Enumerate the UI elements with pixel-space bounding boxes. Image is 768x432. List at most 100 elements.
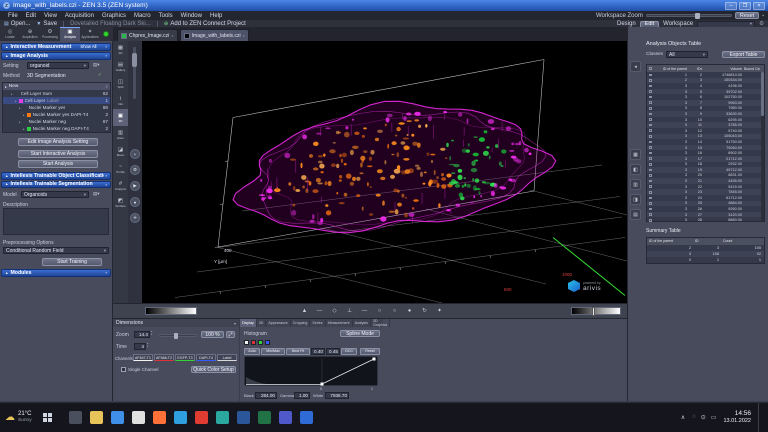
document-tab[interactable]: Chpres_Image.czi × [117, 29, 178, 41]
preprocessing-combo[interactable]: Conditional Random Field▾ [3, 247, 109, 254]
viewer-nav-button[interactable]: ✛ [130, 213, 140, 223]
menu-item[interactable]: Window [177, 13, 206, 19]
tree-row[interactable]: ▸ Nuclei Marker yes DAPI-T4 2 [3, 111, 110, 118]
channel-chip[interactable]: Label [217, 354, 237, 361]
row-checkbox[interactable] [649, 107, 652, 110]
menu-item[interactable]: View [40, 13, 61, 19]
taskbar-app-icon[interactable] [216, 411, 229, 424]
display-tab[interactable]: Cropping [291, 319, 311, 327]
pin-icon[interactable]: ▪ [106, 270, 107, 275]
left-display-gradient[interactable] [145, 307, 197, 315]
channel-chip[interactable]: EGFP-T3 [175, 354, 195, 361]
display-tab[interactable]: Display [240, 319, 257, 327]
row-checkbox[interactable] [649, 208, 652, 211]
tray-chevron-icon[interactable]: ∧ [681, 414, 685, 421]
viewer-side-tool-icon[interactable]: ◨ [630, 194, 641, 205]
menu-item[interactable]: Tools [155, 13, 177, 19]
method-check-icon[interactable]: ✓ [98, 72, 102, 78]
close-button[interactable]: × [753, 2, 765, 10]
viewer-nav-button[interactable]: ⚙ [130, 165, 140, 175]
tray-icon[interactable]: ◌ [692, 414, 696, 421]
row-checkbox[interactable] [649, 124, 652, 127]
show-all-link[interactable]: Show All [80, 44, 96, 49]
sum-col-parent[interactable]: ID of the parent [647, 239, 695, 243]
image-analysis-header[interactable]: ▲Image Analysis ▪ [1, 52, 111, 60]
model-combo[interactable]: Organoids▾ [21, 191, 89, 198]
zoom-stepper[interactable]: ▴▾ [151, 331, 152, 336]
viewer-toolbar-icon[interactable]: ○ [372, 308, 387, 314]
view-tab[interactable]: # Analysis [113, 177, 128, 194]
tray-icon[interactable]: ⊙ [701, 414, 706, 421]
channel-chip[interactable]: DAPI-T4 [196, 354, 216, 361]
sum-col-count[interactable]: Count [723, 239, 764, 243]
expander-icon[interactable]: ▸ [19, 120, 21, 124]
histogram-plot[interactable] [244, 356, 378, 386]
document-tab[interactable]: Image_with_labels.czi × [180, 29, 249, 41]
summary-row[interactable]: 0 1 1 [647, 257, 764, 263]
row-checkbox[interactable] [649, 113, 652, 116]
menu-item[interactable]: Help [206, 13, 226, 19]
workspace-zoom-reset-button[interactable]: Reset [735, 12, 759, 19]
auto-button[interactable]: Auto [244, 348, 260, 355]
title-bar[interactable]: Z Image_with_labels.czi - ZEN 3.5 (ZEN s… [0, 0, 768, 11]
taskbar-app-icon[interactable] [69, 411, 82, 424]
view-tab[interactable]: i Info [113, 92, 128, 109]
tree-row[interactable]: ▸ Nuclei Marker neg 67 [3, 118, 110, 125]
view-tab[interactable]: ◫ Split [113, 75, 128, 92]
row-checkbox[interactable] [649, 213, 652, 216]
time-stepper[interactable]: ▴▾ [147, 343, 148, 348]
reset-button[interactable]: Reset [360, 348, 380, 355]
row-checkbox[interactable] [649, 157, 652, 160]
viewer-toolbar-icon[interactable]: ― [312, 308, 327, 314]
close-tab-icon[interactable]: × [171, 33, 173, 38]
zoom-slider-thumb[interactable] [174, 333, 178, 339]
pin-icon[interactable]: ▪ [106, 173, 107, 178]
fit-view-button[interactable]: ⤢ [226, 331, 235, 338]
maximize-button[interactable]: ❐ [739, 2, 751, 10]
menu-item[interactable]: Graphics [98, 13, 130, 19]
taskbar-clock[interactable]: 14:56 13.01.2022 [723, 410, 751, 425]
edit-image-analysis-setting-button[interactable]: Edit Image Analysis Setting [18, 138, 98, 146]
display-tab[interactable]: 3D [257, 319, 267, 327]
tool-area-tab[interactable]: ⚙ Processing [40, 27, 60, 41]
pin-icon[interactable]: ▪ [762, 13, 764, 19]
viewer-zoom-slider[interactable] [133, 47, 136, 99]
gradient-handle[interactable] [592, 307, 595, 316]
white-value-field[interactable]: 7936.70 [325, 392, 349, 399]
row-checkbox[interactable] [649, 90, 652, 93]
row-checkbox[interactable] [649, 152, 652, 155]
viewport-3d[interactable]: 400 Y [µm] 500 1000 powered by arivis [142, 41, 627, 303]
tree-row[interactable]: ▸ Cell Layer Label 1 [3, 97, 110, 104]
tree-root-row[interactable]: ▸ New ≡ [3, 83, 110, 90]
right-display-gradient[interactable] [571, 307, 621, 315]
display-tab[interactable]: 3D Graphics [371, 319, 390, 327]
tool-area-tab[interactable]: ▣ Analysis [60, 27, 80, 41]
row-checkbox[interactable] [649, 219, 652, 222]
viewer-toolbar-icon[interactable]: ▲ [297, 308, 312, 314]
menu-item[interactable]: Edit [22, 13, 40, 19]
row-checkbox[interactable] [649, 141, 652, 144]
viewer-toolbar-icon[interactable]: ✦ [432, 308, 447, 314]
intellesis-segmentation-header[interactable]: ▲ Intellesis Trainable Segmentation ▪ [1, 181, 111, 189]
channel-chip[interactable]: AF647-T1 [133, 354, 153, 361]
row-checkbox[interactable] [649, 118, 652, 121]
taskbar-app-icon[interactable] [279, 411, 292, 424]
taskbar-app-icon[interactable] [300, 411, 313, 424]
workspace-zoom-slider[interactable] [646, 14, 732, 17]
row-checkbox[interactable] [649, 169, 652, 172]
viewer-side-tool-icon[interactable]: ▥ [630, 179, 641, 190]
tool-area-tab[interactable]: ◎ Locate [0, 27, 20, 41]
row-checkbox[interactable] [649, 135, 652, 138]
export-table-button[interactable]: Export Table [722, 51, 765, 58]
viewer-side-tool-icon[interactable]: ▦ [630, 149, 641, 160]
classes-combo[interactable]: All▾ [666, 51, 708, 58]
spline-mode-button[interactable]: Spline Mode [340, 330, 380, 337]
viewer-toolbar-icon[interactable]: ◇ [327, 308, 342, 314]
row-checkbox[interactable] [649, 174, 652, 177]
show-desktop-button[interactable] [758, 403, 762, 432]
row-checkbox[interactable] [649, 197, 652, 200]
pin-icon[interactable]: ▪ [106, 44, 107, 49]
high-percent-field[interactable]: 0.45 [326, 348, 340, 355]
expander-icon[interactable]: ▸ [15, 99, 17, 103]
display-tab[interactable]: Measurement [326, 319, 353, 327]
